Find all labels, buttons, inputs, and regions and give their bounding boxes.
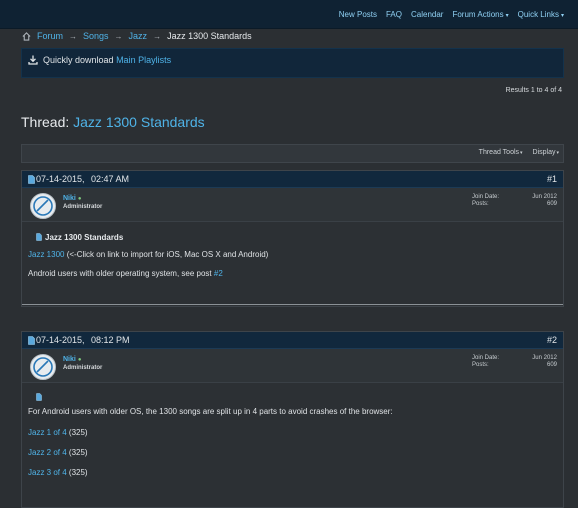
display-label: Display (532, 149, 556, 156)
document-icon (36, 233, 42, 241)
post-line-2: Android users with older operating syste… (28, 269, 223, 278)
document-icon (36, 393, 42, 401)
post-date: 07-14-2015, (36, 174, 85, 184)
post-header: 07-14-2015, 08:12 PM #2 (22, 332, 563, 349)
breadcrumb-forum[interactable]: Forum (37, 31, 63, 41)
posts-label: Posts: (472, 362, 489, 368)
arrow-right-icon: → (69, 31, 78, 41)
post-2-link[interactable]: #2 (214, 269, 223, 278)
post-time: 08:12 PM (91, 335, 130, 345)
post-body-text: For Android users with older OS, the 130… (28, 407, 393, 416)
breadcrumb-current: Jazz 1300 Standards (167, 31, 252, 41)
post-time: 02:47 AM (91, 174, 130, 184)
online-status-icon: ● (77, 357, 82, 363)
jazz-part-2-link[interactable]: Jazz 2 of 4 (28, 448, 67, 457)
download-icon (28, 55, 38, 65)
post-user-info: Niki ● Administrator Join Date: Jun 2012 … (22, 349, 563, 383)
thread-tools-button[interactable]: Thread Tools▾ (479, 149, 523, 156)
user-role: Administrator (63, 365, 103, 371)
join-date-label: Join Date: (472, 194, 500, 200)
chevron-down-icon: ▾ (520, 150, 523, 156)
chevron-down-icon: ▾ (556, 150, 559, 156)
part-1-count: (325) (68, 428, 88, 437)
chevron-down-icon: ▾ (505, 13, 509, 19)
thread-name-link[interactable]: Jazz 1300 Standards (73, 114, 205, 130)
notice-text: Quickly download Main Playlists (43, 55, 171, 65)
thread-toolbar-tools: Thread Tools▾ Display▾ (479, 149, 559, 156)
posts-label: Posts: (472, 201, 489, 207)
part-2-line: Jazz 2 of 4 (325) (28, 448, 88, 457)
part-3-count: (325) (68, 468, 88, 477)
document-icon (28, 175, 35, 184)
nav-calendar[interactable]: Calendar (411, 10, 443, 19)
nav-quick-links-label: Quick Links (517, 10, 559, 19)
post-2: 07-14-2015, 08:12 PM #2 Niki ● Administra… (21, 331, 564, 508)
breadcrumb-songs[interactable]: Songs (83, 31, 109, 41)
nav-new-posts[interactable]: New Posts (339, 10, 377, 19)
join-date-value: Jun 2012 (532, 355, 557, 361)
top-navbar: New Posts FAQ Calendar Forum Actions ▾ Qu… (0, 0, 578, 29)
post-header: 07-14-2015, 02:47 AM #1 (22, 171, 563, 188)
post-line-1: Jazz 1300 (<-Click on link to import for… (28, 250, 268, 259)
jazz-part-1-link[interactable]: Jazz 1 of 4 (28, 428, 67, 437)
arrow-right-icon: → (114, 31, 123, 41)
jazz-part-3-link[interactable]: Jazz 3 of 4 (28, 468, 67, 477)
top-nav-items: New Posts FAQ Calendar Forum Actions ▾ Qu… (339, 10, 564, 19)
user-role: Administrator (63, 204, 103, 210)
part-3-line: Jazz 3 of 4 (325) (28, 468, 88, 477)
username-link[interactable]: Niki ● (63, 356, 81, 363)
page-title: Thread: Jazz 1300 Standards (21, 114, 205, 130)
thread-toolbar: Thread Tools▾ Display▾ (21, 144, 564, 163)
username: Niki (63, 356, 76, 363)
breadcrumb: Forum → Songs → Jazz → Jazz 1300 Standar… (22, 31, 252, 41)
part-1-line: Jazz 1 of 4 (325) (28, 428, 88, 437)
username: Niki (63, 195, 76, 202)
nav-quick-links[interactable]: Quick Links ▾ (518, 10, 564, 19)
arrow-right-icon: → (153, 31, 162, 41)
document-icon (28, 336, 35, 345)
thread-prefix: Thread: (21, 114, 70, 130)
join-date-label: Join Date: (472, 355, 500, 361)
posts-value: 609 (546, 201, 557, 207)
post-line-2-text: Android users with older operating syste… (28, 269, 212, 278)
post-title: Jazz 1300 Standards (36, 233, 123, 242)
post-user-info: Niki ● Administrator Join Date: Jun 2012 … (22, 188, 563, 222)
breadcrumb-jazz[interactable]: Jazz (129, 31, 148, 41)
jazz-1300-link[interactable]: Jazz 1300 (28, 250, 64, 259)
display-button[interactable]: Display▾ (533, 149, 559, 156)
part-2-count: (325) (68, 448, 88, 457)
notice-prefix: Quickly download (43, 55, 114, 65)
posts-value: 609 (546, 362, 557, 368)
post-1: 07-14-2015, 02:47 AM #1 Niki ● Administra… (21, 170, 564, 307)
post-divider (22, 304, 563, 305)
results-count: Results 1 to 4 of 4 (505, 87, 562, 94)
online-status-icon: ● (77, 196, 82, 202)
chevron-down-icon: ▾ (560, 13, 564, 19)
nav-forum-actions-label: Forum Actions (452, 10, 504, 19)
username-link[interactable]: Niki ● (63, 195, 81, 202)
notice-banner: Quickly download Main Playlists (21, 48, 564, 78)
post-title-text: Jazz 1300 Standards (45, 233, 124, 242)
avatar[interactable] (30, 193, 56, 219)
nav-faq[interactable]: FAQ (386, 10, 402, 19)
post-line-1-text: (<-Click on link to import for iOS, Mac … (66, 250, 269, 259)
join-date-value: Jun 2012 (532, 194, 557, 200)
home-icon[interactable] (22, 31, 31, 41)
post-number-link[interactable]: #2 (547, 335, 557, 345)
post-date: 07-14-2015, (36, 335, 85, 345)
nav-forum-actions[interactable]: Forum Actions ▾ (452, 10, 508, 19)
thread-tools-label: Thread Tools (478, 149, 520, 156)
post-number-link[interactable]: #1 (547, 174, 557, 184)
main-playlists-link[interactable]: Main Playlists (116, 55, 171, 65)
avatar[interactable] (30, 354, 56, 380)
